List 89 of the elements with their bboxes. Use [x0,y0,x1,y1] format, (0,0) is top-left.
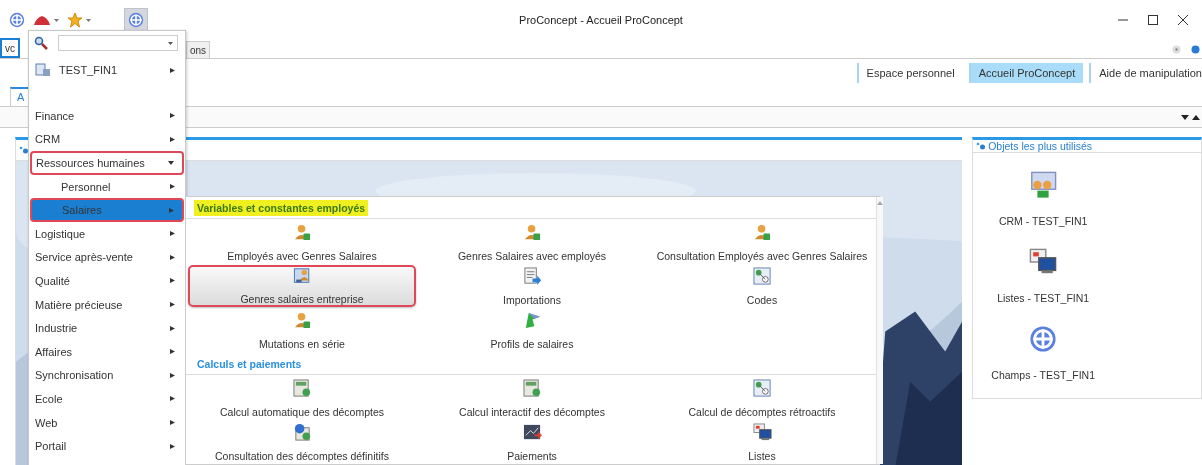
document-tab[interactable]: vc [0,38,20,58]
shortcut-link[interactable]: Listes - TEST_FIN1 [997,292,1090,304]
submenu-arrow-icon [170,420,175,425]
submenu-arrow-icon [170,184,175,190]
people-icon [1029,171,1058,199]
star-icon[interactable] [67,12,83,28]
submenu-arrow-icon [170,372,175,378]
hat-icon[interactable] [33,14,51,26]
menu-item[interactable]: Service après-vente [29,245,185,270]
submenu-arrow-icon [169,207,174,213]
submenu-arrow-icon [170,136,175,142]
menu-item[interactable]: Logistique [29,221,185,246]
globe-document-icon [292,422,312,442]
person-icon [522,222,542,242]
shortcut-tile[interactable]: Listes [648,421,876,463]
submenu-arrow-icon [170,67,175,73]
menu-item[interactable]: Industrie [29,316,185,340]
collapse-icon[interactable] [1181,114,1189,120]
menu-item[interactable]: Ecole [29,387,185,411]
submenu-arrow-icon [170,396,175,402]
workspace-icon [35,63,51,77]
search-field[interactable] [58,35,178,51]
shortcut-tile[interactable]: Consultation des décomptes définitifs [188,421,416,463]
id-card-icon [292,267,312,285]
expand-arrow-icon [168,161,174,165]
submenu-arrow-icon [170,302,175,308]
close-icon[interactable] [1178,15,1188,25]
shortcut-tile[interactable]: Genres salaires entreprise [188,265,416,307]
caret-icon [168,41,173,45]
dots-icon [976,142,987,150]
expand-icon[interactable] [1192,114,1200,120]
shortcut-tile[interactable]: Calcul automatique des décomptes [188,377,416,419]
caret-icon[interactable] [54,18,59,22]
nav-tab[interactable]: Aide de manipulation [1089,62,1202,83]
menu-item[interactable]: Ressources humaines [30,151,184,175]
section-title: Variables et constantes employés [194,199,369,216]
submenu-arrow-icon [170,443,175,449]
shortcut-link[interactable]: Champs - TEST_FIN1 [991,369,1095,381]
shortcut-tile[interactable]: Genres Salaires avec employés [418,221,646,263]
shortcut-tile[interactable]: Paiements [418,421,646,463]
shortcut-tile[interactable]: Mutations en série [188,309,416,351]
person-icon [292,222,312,242]
network-icon [752,266,772,286]
wheel-icon [128,12,144,28]
dots-icon [19,146,29,154]
submenu-arrow-icon [170,325,175,331]
shortcut-link[interactable]: CRM - TEST_FIN1 [998,215,1088,227]
submenu-arrow-icon [170,349,175,355]
menu-item[interactable]: TEST_FIN1 [59,64,162,76]
chart-icon [522,422,542,442]
section-title: Calculs et paiements [196,356,303,372]
menu-item[interactable]: Personnel [29,174,185,199]
menu-item[interactable]: CRM [29,127,185,152]
shortcut-tile[interactable]: Importations [418,265,646,307]
network-icon [752,378,772,398]
spreadsheet-icon [522,378,542,398]
submenu-arrow-icon [170,113,175,119]
document-icon [522,266,542,286]
shortcut-tile[interactable]: Codes [648,265,876,307]
menu-item[interactable]: Matière précieuse [29,292,185,317]
shortcut-tile[interactable]: Calcul interactif des décomptes [418,377,646,419]
caret-icon[interactable] [86,18,91,22]
shortcut-tile[interactable]: Consultation Employés avec Genres Salaires [648,221,876,263]
menu-item[interactable]: Affaires [29,339,185,364]
document-tab[interactable]: ons [186,41,211,58]
shortcut-tile[interactable]: Profils de salaires [418,309,646,351]
menu-item[interactable]: Finance [29,104,185,128]
submenu-arrow-icon [170,231,175,237]
panel-title: Objets les plus utilisés [988,140,1093,152]
window-title: ProConcept - Accueil ProConcept [519,14,683,26]
submenu-arrow-icon [170,278,175,284]
nav-tab[interactable]: Espace personnel [856,62,963,83]
person-icon [292,310,312,330]
menu-item[interactable]: Qualité [29,269,185,293]
menu-item[interactable]: Synchronisation [29,363,185,388]
search-icon [34,36,48,50]
wheel-icon [1029,325,1058,353]
nav-tab[interactable]: Accueil ProConcept [968,62,1084,83]
monitor-icon [752,422,772,442]
spreadsheet-icon [292,378,312,398]
menu-item[interactable]: Web [29,410,185,435]
wheel-icon [9,12,25,28]
person-icon [752,222,772,242]
submenu-arrow-icon [170,254,175,260]
shortcut-tile[interactable]: Calcul de décomptes rétroactifs [648,377,876,419]
maximize-icon[interactable] [1148,15,1158,25]
menu-item[interactable]: Portail [29,434,185,458]
monitor-icon [1029,248,1058,276]
shortcut-tile[interactable]: Employés avec Genres Salaires [188,221,416,263]
